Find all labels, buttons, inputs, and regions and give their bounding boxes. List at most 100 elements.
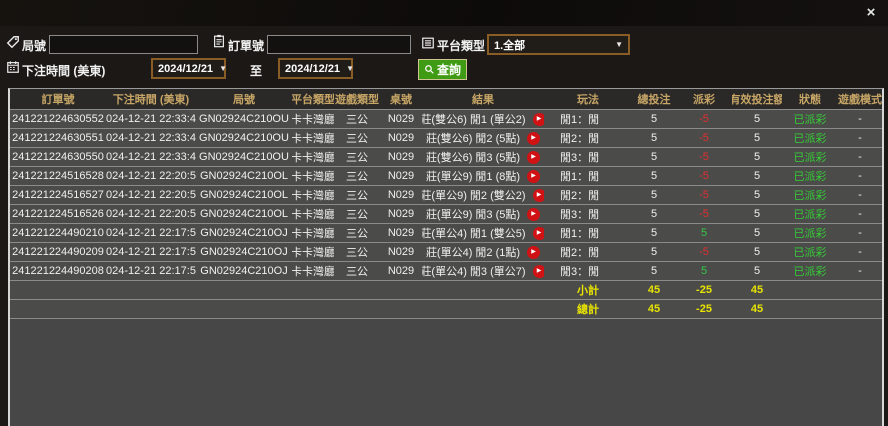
platform-select[interactable]: 1.全部 ▼ — [487, 34, 630, 55]
result-text: 莊(單公4) 閒3 (單公7) — [422, 266, 526, 278]
cell-platform: 卡卡灣廳 — [292, 114, 334, 126]
header-total-bet: 總投注 — [637, 94, 671, 106]
cell-mode: - — [858, 151, 862, 163]
calendar-icon — [6, 60, 20, 74]
round-input[interactable] — [49, 35, 198, 54]
play-icon[interactable]: ▶ — [527, 207, 541, 221]
result-text: 莊(單公9) 閒3 (5點) — [425, 209, 521, 221]
header-status: 狀態 — [799, 94, 821, 106]
grand-total-label: 總計 — [577, 304, 599, 316]
cell-play: 閒1：閒 — [560, 171, 600, 183]
cell-payout: 5 — [700, 227, 708, 239]
result-text: 莊(單公9) 閒2 (雙公2) — [422, 190, 526, 202]
cell-valid-bet: 5 — [753, 208, 761, 220]
cell-time: 2024-12-21 22:33:47 — [106, 113, 196, 125]
cell-valid-bet: 5 — [753, 151, 761, 163]
cell-status: 已派彩 — [793, 228, 827, 240]
play-icon[interactable]: ▶ — [532, 226, 544, 240]
cell-play: 閒2：閒 — [560, 247, 600, 259]
result-text: 莊(單公9) 閒1 (8點) — [425, 171, 521, 183]
cell-valid-bet: 5 — [753, 113, 761, 125]
cell-platform: 卡卡灣廳 — [292, 190, 334, 202]
bet-records-table: 訂單號 下注時間 (美東) 局號 平台類型 遊戲類型 桌號 結果 玩法 總投注 … — [8, 88, 884, 426]
table-row: 241221224516527 2024-12-21 22:20:53 GN02… — [10, 186, 882, 205]
cell-result: 莊(單公4) 閒2 (1點) ▶ — [422, 243, 544, 261]
cell-round: GN02924C210OJ — [200, 265, 288, 277]
cell-table: N029 — [387, 151, 415, 163]
subtotal-valid-bet: 45 — [750, 284, 764, 296]
cell-order: 241221224516527 — [12, 189, 104, 201]
cell-result: 莊(單公9) 閒3 (5點) ▶ — [422, 205, 544, 223]
cell-table: N029 — [387, 189, 415, 201]
header-payout: 派彩 — [693, 94, 715, 106]
order-input[interactable] — [267, 35, 411, 54]
cell-order: 241221224490208 — [12, 265, 104, 277]
cell-time: 2024-12-21 22:17:53 — [106, 227, 196, 239]
cell-table: N029 — [387, 265, 415, 277]
cell-mode: - — [858, 265, 862, 277]
play-icon[interactable]: ▶ — [532, 264, 544, 278]
cell-round: GN02924C210OL — [199, 170, 289, 182]
cell-game: 三公 — [346, 190, 368, 202]
bet-time-label: 下注時間 (美東) — [22, 64, 106, 78]
cell-platform: 卡卡灣廳 — [292, 152, 334, 164]
cell-time: 2024-12-21 22:20:53 — [106, 189, 196, 201]
cell-round: GN02924C210OL — [199, 189, 289, 201]
cell-order: 241221224630552 — [12, 113, 104, 125]
cell-payout: -5 — [699, 189, 709, 201]
cell-total-bet: 5 — [650, 170, 658, 182]
table-row: 241221224490209 2024-12-21 22:17:53 GN02… — [10, 243, 882, 262]
search-button[interactable]: 查詢 — [418, 59, 467, 80]
cell-platform: 卡卡灣廳 — [292, 209, 334, 221]
result-text: 莊(單公4) 閒1 (雙公5) — [422, 228, 526, 240]
cell-payout: -5 — [699, 170, 709, 182]
table-body: 241221224630552 2024-12-21 22:33:47 GN02… — [10, 110, 882, 281]
cell-result: 莊(單公9) 閒1 (8點) ▶ — [422, 167, 544, 185]
date-from-picker[interactable]: 2024/12/21 ▼ — [151, 58, 227, 79]
header-result: 結果 — [472, 94, 494, 106]
cell-total-bet: 5 — [650, 113, 658, 125]
chevron-down-icon: ▼ — [219, 64, 227, 73]
cell-status: 已派彩 — [793, 152, 827, 164]
order-label: 訂單號 — [228, 39, 265, 53]
cell-mode: - — [858, 170, 862, 182]
cell-mode: - — [858, 208, 862, 220]
date-from-value: 2024/12/21 — [158, 62, 214, 75]
cell-platform: 卡卡灣廳 — [292, 228, 334, 240]
date-to-picker[interactable]: 2024/12/21 ▼ — [278, 58, 354, 79]
cell-game: 三公 — [346, 247, 368, 259]
tag-icon — [6, 35, 20, 49]
cell-valid-bet: 5 — [753, 246, 761, 258]
table-row: 241221224490210 2024-12-21 22:17:53 GN02… — [10, 224, 882, 243]
titlebar — [0, 0, 888, 26]
play-icon[interactable]: ▶ — [527, 150, 541, 164]
play-icon[interactable]: ▶ — [527, 245, 541, 259]
cell-total-bet: 5 — [650, 246, 658, 258]
grand-total-valid-bet: 45 — [750, 303, 764, 315]
platform-select-value: 1.全部 — [494, 39, 526, 52]
cell-status: 已派彩 — [793, 171, 827, 183]
result-text: 莊(雙公6) 閒1 (單公2) — [422, 114, 526, 126]
cell-table: N029 — [387, 113, 415, 125]
cell-mode: - — [858, 132, 862, 144]
subtotal-label: 小計 — [577, 285, 599, 297]
round-label: 局號 — [22, 39, 47, 53]
play-icon[interactable]: ▶ — [527, 131, 541, 145]
header-time: 下注時間 (美東) — [112, 94, 190, 106]
cell-round: GN02924C210OJ — [200, 246, 288, 258]
table-row: 241221224490208 2024-12-21 22:17:53 GN02… — [10, 262, 882, 281]
cell-game: 三公 — [346, 114, 368, 126]
cell-payout: -5 — [699, 246, 709, 258]
cell-round: GN02924C210OJ — [200, 227, 288, 239]
cell-play: 閒3：閒 — [560, 266, 600, 278]
cell-time: 2024-12-21 22:17:53 — [106, 265, 196, 277]
play-icon[interactable]: ▶ — [532, 112, 544, 126]
cell-platform: 卡卡灣廳 — [292, 247, 334, 259]
list-icon — [421, 36, 435, 50]
close-icon[interactable]: × — [862, 4, 880, 22]
cell-platform: 卡卡灣廳 — [292, 133, 334, 145]
play-icon[interactable]: ▶ — [527, 169, 541, 183]
cell-result: 莊(單公4) 閒3 (單公7) ▶ — [422, 262, 544, 280]
play-icon[interactable]: ▶ — [532, 188, 544, 202]
cell-order: 241221224490209 — [12, 246, 104, 258]
